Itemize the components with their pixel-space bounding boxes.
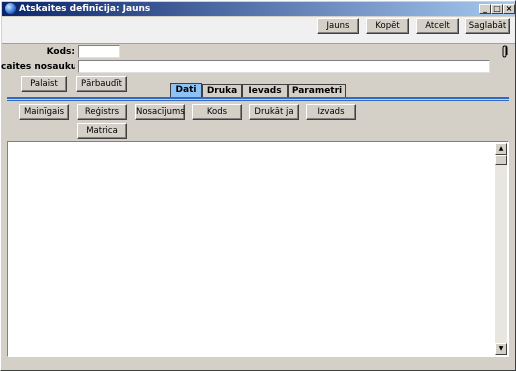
matrix-button[interactable]: Matrica bbox=[77, 123, 127, 139]
maximize-button[interactable]: □ bbox=[491, 4, 503, 14]
copy-button[interactable]: Kopēt bbox=[366, 18, 409, 34]
arrow-up-icon[interactable]: ▲ bbox=[495, 143, 507, 155]
paperclip-icon[interactable] bbox=[500, 45, 510, 59]
condition-button[interactable]: Nosacījums bbox=[135, 104, 185, 120]
app-globe-icon bbox=[5, 3, 16, 14]
report-name-field[interactable] bbox=[78, 60, 490, 73]
register-button[interactable]: Reģistrs bbox=[77, 104, 127, 120]
tab-druka[interactable]: Druka bbox=[202, 84, 242, 97]
print-if-button[interactable]: Drukāt ja bbox=[249, 104, 299, 120]
toolbar: Jauns Kopēt Atcelt Saglabāt bbox=[2, 17, 515, 44]
output-button[interactable]: Izvads bbox=[306, 104, 356, 120]
scrollbar-thumb[interactable] bbox=[495, 155, 507, 165]
code-field[interactable] bbox=[78, 45, 120, 58]
tab-parametri[interactable]: Parametri bbox=[288, 84, 346, 97]
report-definition-window: Atskaites definīcija: Jauns _ □ × Jauns … bbox=[0, 0, 516, 371]
definition-editor-area[interactable]: ▲ ▼ bbox=[7, 141, 509, 357]
save-button[interactable]: Saglabāt bbox=[465, 18, 510, 34]
tab-ievads[interactable]: Ievads bbox=[242, 84, 288, 97]
tab-separator-line bbox=[7, 97, 509, 99]
new-button[interactable]: Jauns bbox=[317, 18, 359, 34]
code-button[interactable]: Kods bbox=[192, 104, 242, 120]
cancel-button[interactable]: Atcelt bbox=[416, 18, 459, 34]
arrow-down-icon[interactable]: ▼ bbox=[495, 343, 507, 355]
code-label: Kods: bbox=[46, 47, 75, 57]
title-bar: Atskaites definīcija: Jauns _ □ × bbox=[2, 2, 515, 16]
tab-dati[interactable]: Dati bbox=[170, 83, 202, 97]
window-title: Atskaites definīcija: Jauns bbox=[19, 4, 151, 14]
vertical-scrollbar[interactable]: ▲ ▼ bbox=[495, 143, 507, 355]
run-button[interactable]: Palaist bbox=[21, 76, 67, 92]
check-button[interactable]: Pārbaudīt bbox=[76, 76, 127, 92]
report-name-label: caites nosaukums: bbox=[1, 62, 75, 72]
tab-separator-line-thin bbox=[7, 100, 509, 101]
close-button[interactable]: × bbox=[503, 4, 515, 14]
variable-button[interactable]: Mainīgais bbox=[19, 104, 69, 120]
minimize-button[interactable]: _ bbox=[479, 4, 491, 14]
